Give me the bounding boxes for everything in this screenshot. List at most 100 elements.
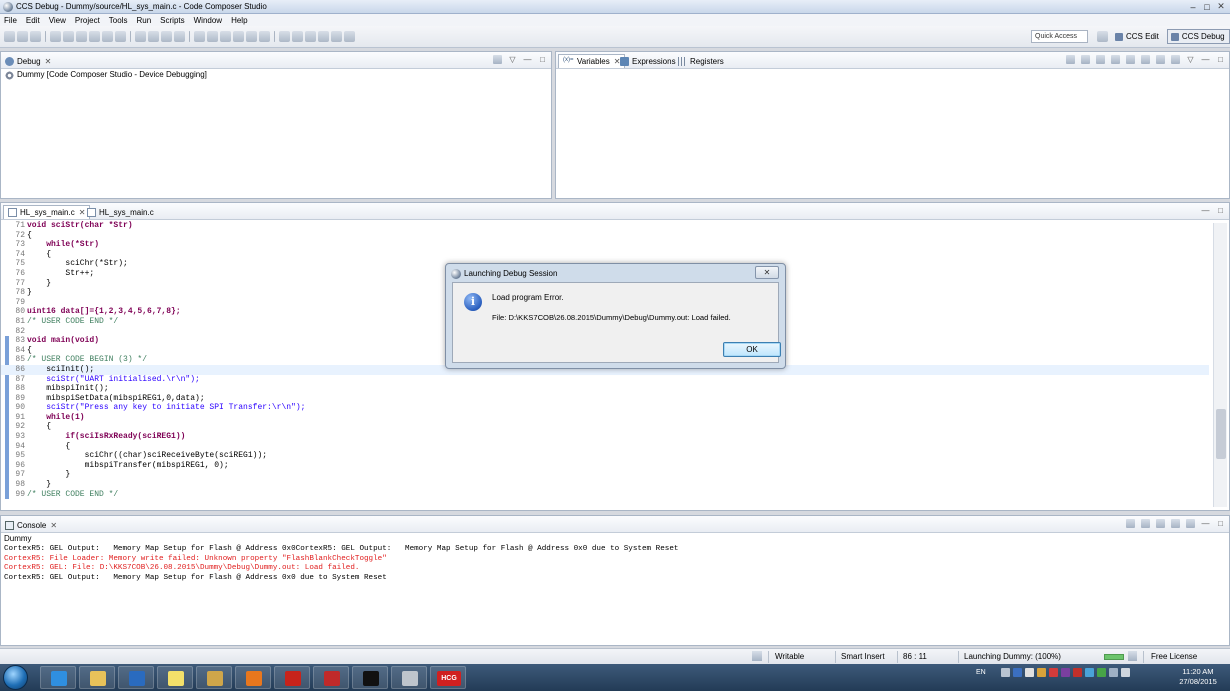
taskbar-app-sticky-notes[interactable] xyxy=(157,666,193,689)
taskbar-app-pdf-tool[interactable] xyxy=(313,666,349,689)
restart-icon[interactable] xyxy=(174,31,185,42)
forward-icon[interactable] xyxy=(292,31,303,42)
menu-help[interactable]: Help xyxy=(231,16,247,25)
code-line[interactable]: 93 if(sciIsRxReady(sciREG1)) xyxy=(1,432,1209,442)
new-icon[interactable] xyxy=(4,31,15,42)
connect-target-icon[interactable] xyxy=(220,31,231,42)
taskbar-app-hcg[interactable]: HCG xyxy=(430,666,466,689)
perspective-ccs-debug[interactable]: CCS Debug xyxy=(1166,29,1230,44)
show-type-names-icon[interactable] xyxy=(1066,55,1075,64)
code-line[interactable]: 89 mibspiSetData(mibspiREG1,0,data); xyxy=(1,394,1209,404)
menu-window[interactable]: Window xyxy=(194,16,222,25)
assembly-step-over-icon[interactable] xyxy=(148,31,159,42)
close-tab-icon[interactable]: ✕ xyxy=(50,521,57,530)
maximize-view-icon[interactable]: □ xyxy=(1216,519,1225,528)
external-tools-icon[interactable] xyxy=(344,31,355,42)
scroll-lock-icon[interactable] xyxy=(1141,519,1150,528)
code-line[interactable]: 72{ xyxy=(1,231,1209,241)
tray-app-icon[interactable] xyxy=(1060,668,1070,677)
minimize-view-icon[interactable]: — xyxy=(523,55,532,64)
search-icon[interactable] xyxy=(318,31,329,42)
resume-icon[interactable] xyxy=(50,31,61,42)
suspend-icon[interactable] xyxy=(63,31,74,42)
taskbar-app-file-explorer[interactable] xyxy=(79,666,115,689)
ok-button[interactable]: OK xyxy=(723,342,781,357)
code-line[interactable]: 99/* USER CODE END */ xyxy=(1,490,1209,500)
remove-all-icon[interactable] xyxy=(1141,55,1150,64)
system-clock[interactable]: 11:20 AM 27/08/2015 xyxy=(1168,667,1228,687)
clear-console-icon[interactable] xyxy=(1126,519,1135,528)
code-line[interactable]: 97 } xyxy=(1,470,1209,480)
speaker-icon[interactable] xyxy=(1120,668,1130,677)
terminate-icon[interactable] xyxy=(76,31,87,42)
tab-editor-active[interactable]: HL_sys_main.c ✕ xyxy=(3,205,91,219)
debug-session-item[interactable]: Dummy [Code Composer Studio - Device Deb… xyxy=(17,70,207,79)
taskbar-app-adobe-reader[interactable] xyxy=(274,666,310,689)
start-button[interactable] xyxy=(3,665,28,690)
tab-debug[interactable]: Debug ✕ xyxy=(5,54,51,68)
dialog-close-button[interactable]: ✕ xyxy=(755,266,779,279)
view-menu-icon[interactable]: ▽ xyxy=(508,55,517,64)
step-return-icon[interactable] xyxy=(115,31,126,42)
taskbar-app-command-prompt[interactable] xyxy=(352,666,388,689)
save-icon[interactable] xyxy=(17,31,28,42)
add-global-variables-icon[interactable] xyxy=(1111,55,1120,64)
show-logical-structure-icon[interactable] xyxy=(1081,55,1090,64)
tray-app-icon[interactable] xyxy=(1024,668,1034,677)
taskbar-app-firefox[interactable] xyxy=(235,666,271,689)
maximize-button[interactable]: □ xyxy=(1200,0,1214,13)
status-job[interactable]: Launching Dummy: (100%) xyxy=(964,652,1061,661)
code-line[interactable]: 92 { xyxy=(1,422,1209,432)
tab-editor-second[interactable]: HL_sys_main.c xyxy=(87,205,154,219)
taskbar-app-outlook[interactable] xyxy=(118,666,154,689)
progress-view-icon[interactable] xyxy=(1128,651,1137,661)
remove-selected-icon[interactable] xyxy=(1126,55,1135,64)
tray-app-icon[interactable] xyxy=(1048,668,1058,677)
menu-project[interactable]: Project xyxy=(75,16,100,25)
code-line[interactable]: 71 void sciStr(char *Str) xyxy=(1,221,1209,231)
debug-launch-icon[interactable] xyxy=(259,31,270,42)
pin-icon[interactable] xyxy=(1171,55,1180,64)
maximize-view-icon[interactable]: □ xyxy=(538,55,547,64)
save-all-icon[interactable] xyxy=(30,31,41,42)
chevron-down-icon[interactable] xyxy=(246,31,257,42)
menu-scripts[interactable]: Scripts xyxy=(160,16,184,25)
pin-console-icon[interactable] xyxy=(1156,519,1165,528)
code-line[interactable]: 88 mibspiInit(); xyxy=(1,384,1209,394)
open-perspective-icon[interactable] xyxy=(1097,31,1108,42)
editor-scrollbar[interactable] xyxy=(1213,223,1227,507)
minimize-view-icon[interactable]: — xyxy=(1201,55,1210,64)
tab-registers[interactable]: Registers xyxy=(678,54,724,68)
network-icon[interactable] xyxy=(1108,668,1118,677)
tray-app-icon[interactable] xyxy=(1012,668,1022,677)
close-tab-icon[interactable]: ✕ xyxy=(45,57,52,66)
code-line[interactable]: 96 mibspiTransfer(mibspiREG1, 0); xyxy=(1,461,1209,471)
menu-view[interactable]: View xyxy=(49,16,66,25)
taskbar-app-3d-box-app[interactable] xyxy=(391,666,427,689)
code-line[interactable]: 95 sciChr((char)sciReceiveByte(sciREG1))… xyxy=(1,451,1209,461)
maximize-view-icon[interactable]: □ xyxy=(1216,55,1225,64)
menu-edit[interactable]: Edit xyxy=(26,16,40,25)
step-into-icon[interactable] xyxy=(89,31,100,42)
taskbar-app-internet-explorer[interactable] xyxy=(40,666,76,689)
tray-app-icon[interactable] xyxy=(1072,668,1082,677)
tab-variables[interactable]: (x)= Variables ✕ xyxy=(558,54,626,68)
close-button[interactable]: ✕ xyxy=(1214,0,1228,13)
code-line[interactable]: 94 { xyxy=(1,442,1209,452)
step-over-icon[interactable] xyxy=(102,31,113,42)
tab-console[interactable]: Console ✕ xyxy=(5,518,57,532)
display-console-icon[interactable] xyxy=(1171,519,1180,528)
tab-expressions[interactable]: Expressions xyxy=(620,54,676,68)
taskbar-app-virtualbox[interactable] xyxy=(196,666,232,689)
tray-app-icon[interactable] xyxy=(1036,668,1046,677)
reset-icon[interactable] xyxy=(161,31,172,42)
maximize-view-icon[interactable]: □ xyxy=(1216,206,1225,215)
tray-app-icon[interactable] xyxy=(1096,668,1106,677)
scrollbar-thumb[interactable] xyxy=(1216,409,1226,459)
reload-icon[interactable] xyxy=(207,31,218,42)
quick-access-input[interactable]: Quick Access xyxy=(1031,30,1088,43)
view-menu-icon[interactable]: ▽ xyxy=(1186,55,1195,64)
minimize-view-icon[interactable]: — xyxy=(1201,519,1210,528)
perspective-ccs-edit[interactable]: CCS Edit xyxy=(1111,29,1164,44)
code-line[interactable]: 90 sciStr("Press any key to initiate SPI… xyxy=(1,403,1209,413)
